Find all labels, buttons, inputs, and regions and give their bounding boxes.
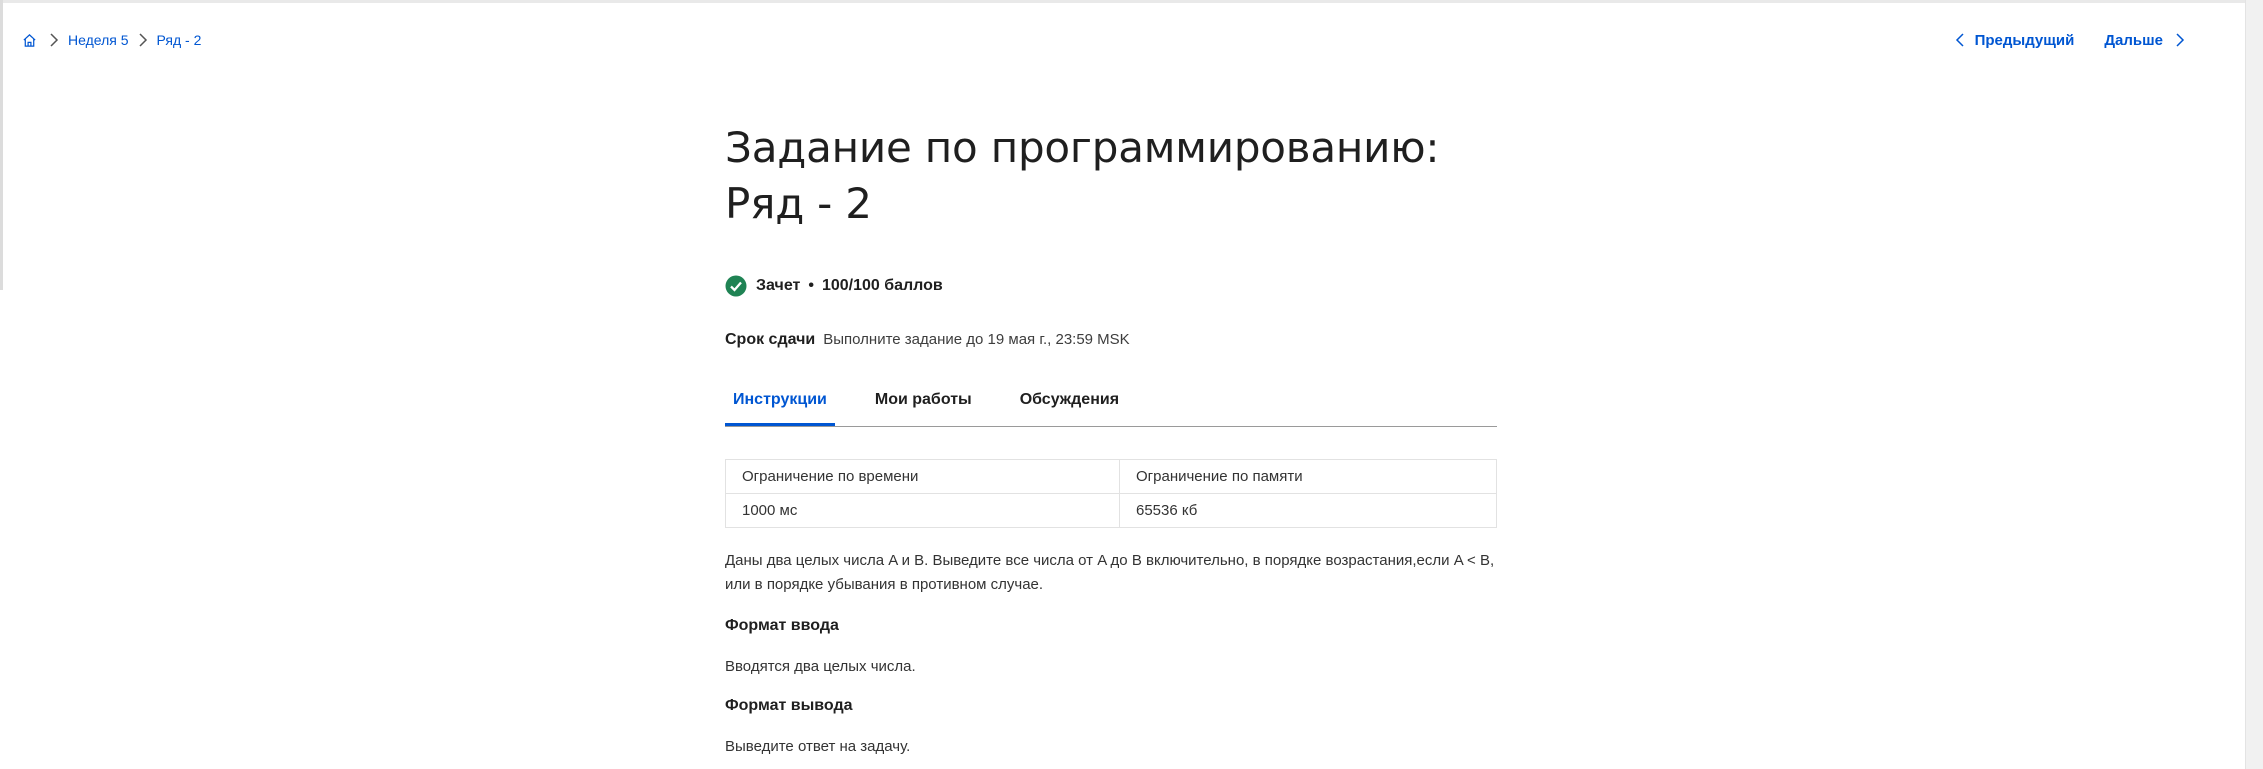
page-title: Задание по программированию: Ряд - 2 (725, 123, 1440, 228)
limits-table: Ограничение по времени Ограничение по па… (725, 459, 1497, 528)
tab-discussions[interactable]: Обсуждения (1012, 374, 1127, 425)
score-text: 100/100 баллов (821, 277, 943, 294)
tab-my-submissions[interactable]: Мои работы (867, 374, 980, 425)
deadline-value: Выполните задание до 19 мая г., 23:59 MS… (823, 331, 1130, 348)
page-scrollbar[interactable] (2245, 0, 2263, 769)
next-button[interactable]: Дальше (2104, 32, 2185, 49)
memory-limit-value: 65536 кб (1119, 493, 1497, 528)
assignment-content: Задание по программированию: Ряд - 2 Зач… (725, 120, 1497, 755)
status-separator: • (808, 277, 814, 294)
previous-label: Предыдущий (1974, 31, 2075, 49)
table-row: Ограничение по времени Ограничение по па… (725, 459, 1497, 494)
tab-instructions[interactable]: Инструкции (725, 374, 835, 426)
breadcrumb: Неделя 5 Ряд - 2 (22, 28, 201, 52)
next-label: Дальше (2104, 31, 2163, 49)
time-limit-value: 1000 мс (725, 493, 1120, 528)
top-divider (0, 0, 2263, 3)
breadcrumb-current[interactable]: Ряд - 2 (157, 32, 202, 48)
chevron-right-icon (40, 28, 68, 52)
left-edge (0, 0, 3, 290)
check-circle-icon (725, 275, 747, 297)
output-format-text: Выведите ответ на задачу. (725, 738, 911, 755)
deadline: Срок сдачи Выполните задание до 19 мая г… (725, 331, 1130, 349)
chevron-left-icon (1955, 33, 1964, 47)
problem-description: Даны два целых числа A и B. Выведите все… (725, 552, 1495, 593)
time-limit-header: Ограничение по времени (725, 459, 1120, 494)
tab-bar: Инструкции Мои работы Обсуждения (725, 374, 1497, 427)
input-format-heading: Формат ввода (725, 617, 839, 634)
status-label: Зачет (756, 277, 801, 294)
breadcrumb-week[interactable]: Неделя 5 (68, 32, 129, 48)
chevron-right-icon (129, 28, 157, 52)
input-format-text: Вводятся два целых числа. (725, 658, 916, 675)
item-pager: Предыдущий Дальше (1955, 28, 2185, 52)
output-format-heading: Формат вывода (725, 697, 853, 714)
previous-button[interactable]: Предыдущий (1955, 31, 2075, 49)
home-icon (23, 33, 36, 47)
grade-status: Зачет • 100/100 баллов (725, 275, 943, 297)
deadline-label: Срок сдачи (725, 331, 816, 348)
home-link[interactable] (22, 28, 40, 52)
chevron-right-icon (2176, 33, 2185, 47)
table-row: 1000 мс 65536 кб (725, 493, 1497, 528)
memory-limit-header: Ограничение по памяти (1119, 459, 1497, 494)
